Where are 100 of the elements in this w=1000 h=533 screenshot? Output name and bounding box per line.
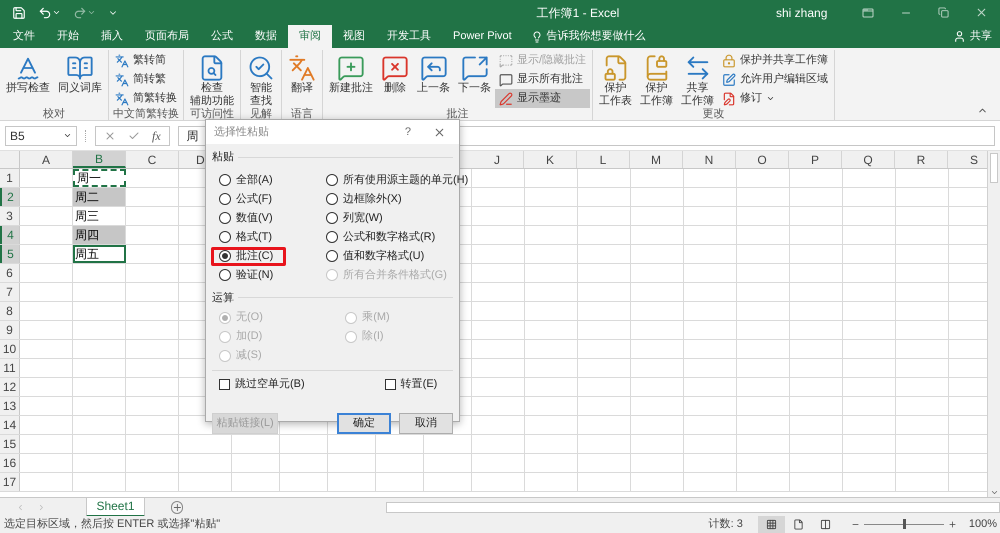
radio-button[interactable] (219, 193, 231, 205)
help-button[interactable]: ? (404, 124, 411, 140)
ribbon-button[interactable]: 保护 工作表 (595, 50, 636, 108)
radio-button[interactable] (326, 174, 338, 186)
column-header[interactable]: P (789, 151, 842, 168)
name-box[interactable]: B5 (5, 126, 77, 146)
column-header[interactable]: J (471, 151, 524, 168)
row-header[interactable]: 8 (0, 302, 20, 320)
ribbon-button[interactable]: 新建批注 (325, 50, 377, 108)
row-header[interactable]: 9 (0, 321, 20, 339)
ribbon-tab[interactable]: 插入 (90, 25, 134, 48)
restore-icon[interactable] (938, 7, 949, 18)
enter-icon[interactable] (128, 130, 140, 142)
ribbon-button[interactable]: 拼写检查 (2, 50, 54, 108)
dialog-button[interactable]: 取消 (399, 412, 453, 434)
ribbon-button[interactable]: 修订 (718, 89, 832, 108)
scrollbar-thumb[interactable] (990, 153, 998, 183)
ribbon-button[interactable]: 保护并共享工作簿 (718, 51, 832, 70)
ribbon-button[interactable]: 显示墨迹 (495, 89, 590, 108)
table-cell[interactable]: 周二 (73, 188, 126, 206)
ribbon-tab[interactable]: 审阅 (288, 25, 332, 48)
add-sheet-icon[interactable] (170, 500, 184, 514)
scroll-down-icon[interactable] (990, 488, 998, 497)
ribbon-button[interactable]: 同义词库 (54, 50, 106, 108)
checkbox[interactable] (384, 378, 396, 390)
ribbon-button[interactable]: 智能 查找 (243, 50, 279, 108)
ribbon-tab[interactable]: 页面布局 (134, 25, 200, 48)
ribbon-button[interactable]: 保护 工作簿 (636, 50, 678, 108)
vertical-scrollbar[interactable] (987, 151, 1000, 497)
radio-button[interactable] (219, 250, 231, 262)
row-header[interactable]: 11 (0, 359, 20, 377)
column-header[interactable]: K (524, 151, 577, 168)
radio-button[interactable] (326, 193, 338, 205)
radio-button[interactable] (326, 212, 338, 224)
redo-icon[interactable] (73, 6, 87, 20)
ribbon-button[interactable]: 下一条 (454, 50, 495, 108)
ribbon-button[interactable]: 共享 工作簿 (677, 50, 718, 108)
radio-button[interactable] (219, 174, 231, 186)
row-header[interactable]: 10 (0, 340, 20, 358)
undo-icon[interactable] (38, 6, 52, 20)
row-header[interactable]: 4 (0, 226, 20, 244)
radio-button[interactable] (326, 231, 338, 243)
ribbon-button[interactable]: 上一条 (413, 50, 454, 108)
ribbon-tab[interactable]: Power Pivot (442, 25, 523, 48)
horizontal-scrollbar[interactable] (386, 502, 1000, 512)
caret-icon[interactable] (87, 8, 96, 17)
ribbon-button[interactable]: 简转繁 (111, 70, 181, 89)
radio-button[interactable] (219, 269, 231, 281)
close-icon[interactable] (975, 6, 988, 19)
row-header[interactable]: 1 (0, 169, 20, 187)
cancel-icon[interactable] (104, 130, 116, 142)
ribbon-button[interactable]: 翻译 (284, 50, 320, 108)
ribbon-display-icon[interactable] (862, 6, 874, 18)
ribbon-tab[interactable]: 开发工具 (376, 25, 442, 48)
view-button[interactable] (758, 516, 785, 533)
ribbon-tab[interactable]: 视图 (332, 25, 376, 48)
sheet-tab[interactable]: Sheet1 (86, 498, 144, 516)
column-header[interactable]: Q (842, 151, 895, 168)
table-cell[interactable]: 周四 (73, 226, 126, 244)
ribbon-tab[interactable]: 开始 (46, 25, 90, 48)
column-header[interactable]: M (630, 151, 683, 168)
zoom-slider-thumb[interactable] (902, 519, 906, 529)
row-header[interactable]: 15 (0, 435, 20, 453)
row-header[interactable]: 16 (0, 454, 20, 472)
caret-icon[interactable] (52, 8, 61, 17)
column-header[interactable]: L (577, 151, 630, 168)
ribbon-button[interactable]: 简繁转换 (111, 89, 181, 108)
ribbon-button[interactable]: 检查 辅助功能 (186, 50, 238, 108)
ribbon-button[interactable]: 删除 (377, 50, 413, 108)
table-cell[interactable]: 周五 (73, 245, 126, 263)
ribbon-button[interactable]: 繁转简 (111, 51, 181, 70)
column-header[interactable]: R (895, 151, 948, 168)
row-header[interactable]: 13 (0, 397, 20, 415)
column-header[interactable]: C (126, 151, 179, 168)
ribbon-tab[interactable]: 公式 (200, 25, 244, 48)
column-header[interactable]: N (683, 151, 736, 168)
ribbon-button[interactable]: 显示所有批注 (495, 70, 590, 89)
radio-button[interactable] (219, 231, 231, 243)
zoom-in-icon[interactable] (948, 520, 957, 529)
column-header[interactable]: B (73, 151, 126, 168)
tell-me-field[interactable]: 告诉我你想要做什么 (522, 25, 654, 48)
save-icon[interactable] (12, 6, 26, 20)
ribbon-tab[interactable]: 数据 (244, 25, 288, 48)
table-cell[interactable]: 周一 (73, 169, 126, 187)
row-header[interactable]: 7 (0, 283, 20, 301)
row-header[interactable]: 2 (0, 188, 20, 206)
close-icon[interactable] (433, 126, 446, 138)
checkbox[interactable] (219, 378, 230, 390)
table-cell[interactable]: 周三 (73, 207, 126, 225)
ribbon-tab[interactable]: 文件 (2, 25, 46, 48)
column-header[interactable]: O (736, 151, 789, 168)
row-header[interactable]: 17 (0, 473, 20, 491)
radio-button[interactable] (219, 212, 231, 224)
row-header[interactable]: 5 (0, 245, 20, 263)
row-header[interactable]: 6 (0, 264, 20, 282)
row-header[interactable]: 3 (0, 207, 20, 225)
row-header[interactable]: 12 (0, 378, 20, 396)
share-button[interactable]: 共享 (945, 25, 1000, 48)
dialog-button[interactable]: 确定 (337, 412, 391, 434)
insert-function-button[interactable]: fx (152, 126, 161, 144)
